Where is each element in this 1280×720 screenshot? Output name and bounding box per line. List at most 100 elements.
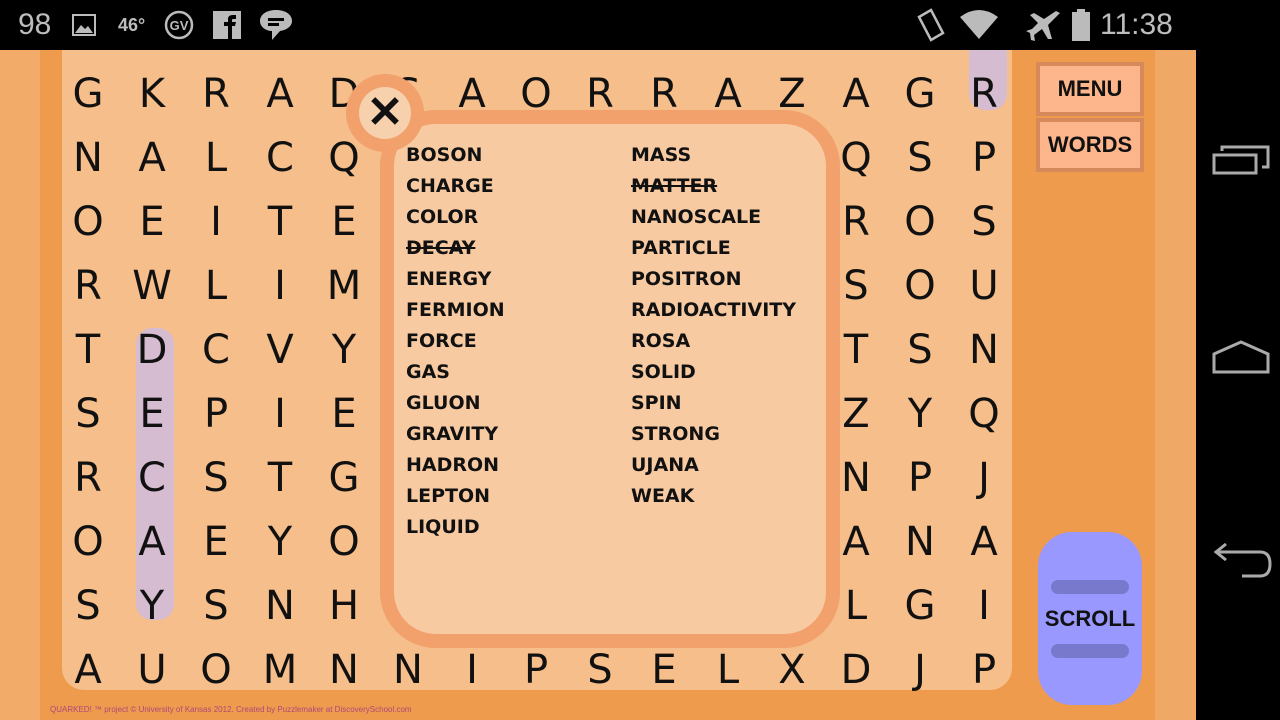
grid-letter[interactable]: N [56,126,120,190]
grid-letter[interactable]: O [184,638,248,702]
grid-letter[interactable]: P [888,446,952,510]
grid-letter[interactable]: O [312,510,376,574]
word-item: PARTICLE [631,237,731,259]
battery-icon [1070,0,1094,50]
grid-letter[interactable]: I [952,574,1016,638]
word-item: RADIOACTIVITY [631,299,796,321]
grid-letter[interactable]: J [952,446,1016,510]
left-margin [0,50,40,720]
grid-letter[interactable]: P [184,382,248,446]
grid-letter[interactable]: U [120,638,184,702]
grid-letter[interactable]: T [248,190,312,254]
grid-letter[interactable]: D [120,318,184,382]
grid-letter[interactable]: N [888,510,952,574]
grid-letter[interactable]: Y [888,382,952,446]
gv-icon: GV [164,0,196,50]
grid-letter[interactable]: G [56,62,120,126]
grid-letter[interactable]: R [56,254,120,318]
grid-letter[interactable]: E [120,382,184,446]
grid-letter[interactable]: R [952,62,1016,126]
grid-letter[interactable]: N [248,574,312,638]
word-item: POSITRON [631,268,742,290]
word-item: ROSA [631,330,691,352]
navigation-bar [1196,50,1280,720]
grid-letter[interactable]: A [120,126,184,190]
grid-letter[interactable]: U [952,254,1016,318]
grid-letter[interactable]: D [824,638,888,702]
grid-letter[interactable]: P [952,638,1016,702]
grid-letter[interactable]: S [184,446,248,510]
grid-letter[interactable]: A [952,510,1016,574]
word-item: CHARGE [406,175,494,197]
grid-letter[interactable]: C [184,318,248,382]
grid-letter[interactable]: S [952,190,1016,254]
word-item: HADRON [406,454,500,476]
word-item: FERMION [406,299,505,321]
scroll-button[interactable]: SCROLL [1038,532,1142,705]
grid-letter[interactable]: S [184,574,248,638]
grid-letter[interactable]: A [248,62,312,126]
grid-letter[interactable]: O [56,510,120,574]
grid-letter[interactable]: E [312,382,376,446]
grid-letter[interactable]: V [248,318,312,382]
grid-letter[interactable]: C [248,126,312,190]
words-button[interactable]: WORDS [1036,118,1144,172]
word-found: DECAY [406,237,476,259]
grid-letter[interactable]: L [184,254,248,318]
grid-letter[interactable]: O [56,190,120,254]
facebook-icon [213,0,243,50]
grid-letter[interactable]: I [184,190,248,254]
grid-letter[interactable]: O [888,190,952,254]
grid-letter[interactable]: S [888,318,952,382]
grid-letter[interactable]: E [312,190,376,254]
battery-level-text: 98 [18,8,52,41]
grid-letter[interactable]: O [888,254,952,318]
grid-letter[interactable]: K [120,62,184,126]
grid-letter[interactable]: J [888,638,952,702]
grid-letter[interactable]: I [248,382,312,446]
grid-letter[interactable]: H [312,574,376,638]
recent-apps-icon[interactable] [1212,145,1276,182]
word-item: SPIN [631,392,682,414]
grid-letter[interactable]: A [56,638,120,702]
grid-letter[interactable]: G [312,446,376,510]
word-item: STRONG [631,423,720,445]
grid-letter[interactable]: C [120,446,184,510]
grid-letter[interactable]: Y [120,574,184,638]
scroll-grip-icon [1051,643,1129,658]
grid-letter[interactable]: T [56,318,120,382]
scroll-grip-icon [1051,579,1129,594]
grid-letter[interactable]: N [952,318,1016,382]
grid-letter[interactable]: S [888,126,952,190]
grid-letter[interactable]: M [312,254,376,318]
back-icon[interactable] [1212,540,1276,585]
grid-letter[interactable]: P [952,126,1016,190]
word-found: MATTER [631,175,718,197]
grid-letter[interactable]: Q [952,382,1016,446]
word-item: UJANA [631,454,699,476]
grid-letter[interactable]: E [184,510,248,574]
grid-letter[interactable]: I [248,254,312,318]
home-icon[interactable] [1212,340,1276,381]
grid-letter[interactable]: T [248,446,312,510]
grid-letter[interactable]: G [888,62,952,126]
grid-letter[interactable]: Y [312,318,376,382]
grid-letter[interactable]: M [248,638,312,702]
grid-letter[interactable]: A [824,62,888,126]
grid-letter[interactable]: R [56,446,120,510]
grid-letter[interactable]: R [184,62,248,126]
grid-letter[interactable]: S [56,382,120,446]
grid-letter[interactable]: N [312,638,376,702]
close-button[interactable]: ✕ [346,74,424,152]
grid-letter[interactable]: E [120,190,184,254]
grid-letter[interactable]: G [888,574,952,638]
right-margin [1155,50,1196,720]
grid-letter[interactable]: Y [248,510,312,574]
grid-letter[interactable]: A [120,510,184,574]
word-item: GRAVITY [406,423,499,445]
grid-letter[interactable]: W [120,254,184,318]
grid-letter[interactable]: L [184,126,248,190]
menu-button[interactable]: MENU [1036,62,1144,116]
grid-letter[interactable]: S [56,574,120,638]
svg-text:GV: GV [170,18,189,33]
